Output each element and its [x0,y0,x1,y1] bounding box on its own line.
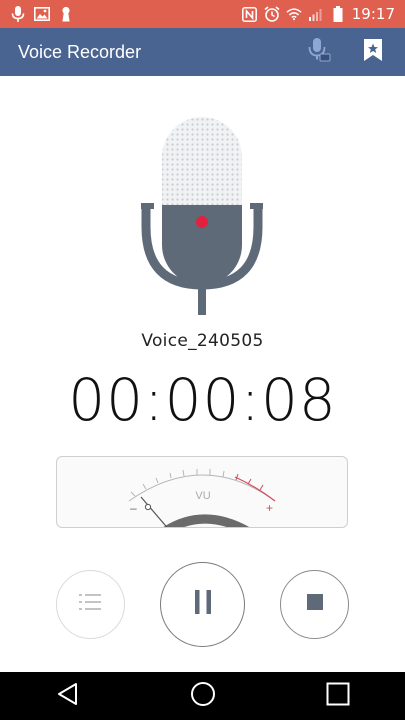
recents-button[interactable] [318,676,358,716]
vu-minus-label: – [130,501,137,515]
status-right: 19:17 [242,5,395,23]
recents-icon [326,682,350,711]
pause-button[interactable] [160,562,245,647]
image-icon [34,6,50,22]
vu-plus-label: + [266,501,274,515]
alarm-icon [264,6,280,22]
back-icon [56,682,80,711]
app-actions [305,37,387,68]
voice-memo-button[interactable] [305,37,333,68]
vu-meter: VU – + [56,456,348,528]
file-name: Voice_240505 [141,331,264,351]
vu-label: VU [195,490,211,502]
nfc-icon [242,6,258,22]
status-left [10,6,74,22]
status-bar: 19:17 [0,0,405,28]
wifi-icon [286,6,302,22]
status-time: 19:17 [351,5,395,23]
list-icon [78,593,103,616]
stop-icon [306,594,323,615]
signal-icon [308,6,324,22]
elapsed-timer: 00:00:08 [68,366,337,434]
stop-button[interactable] [280,570,349,639]
bookmark-star-icon [363,38,383,67]
battery-icon [330,6,346,22]
back-button[interactable] [48,676,88,716]
recordings-list-button[interactable] [56,570,125,639]
navigation-bar [0,672,405,720]
app-bar: Voice Recorder [0,28,405,76]
microphone-illustration [140,117,264,317]
record-indicator-icon [196,216,208,228]
voice-memo-icon [306,37,332,68]
pause-icon [193,590,213,619]
keyhole-icon [58,6,74,22]
app-title: Voice Recorder [18,41,142,62]
home-icon [190,681,216,712]
home-button[interactable] [183,676,223,716]
bookmark-button[interactable] [359,38,387,66]
mic-icon [10,6,26,22]
